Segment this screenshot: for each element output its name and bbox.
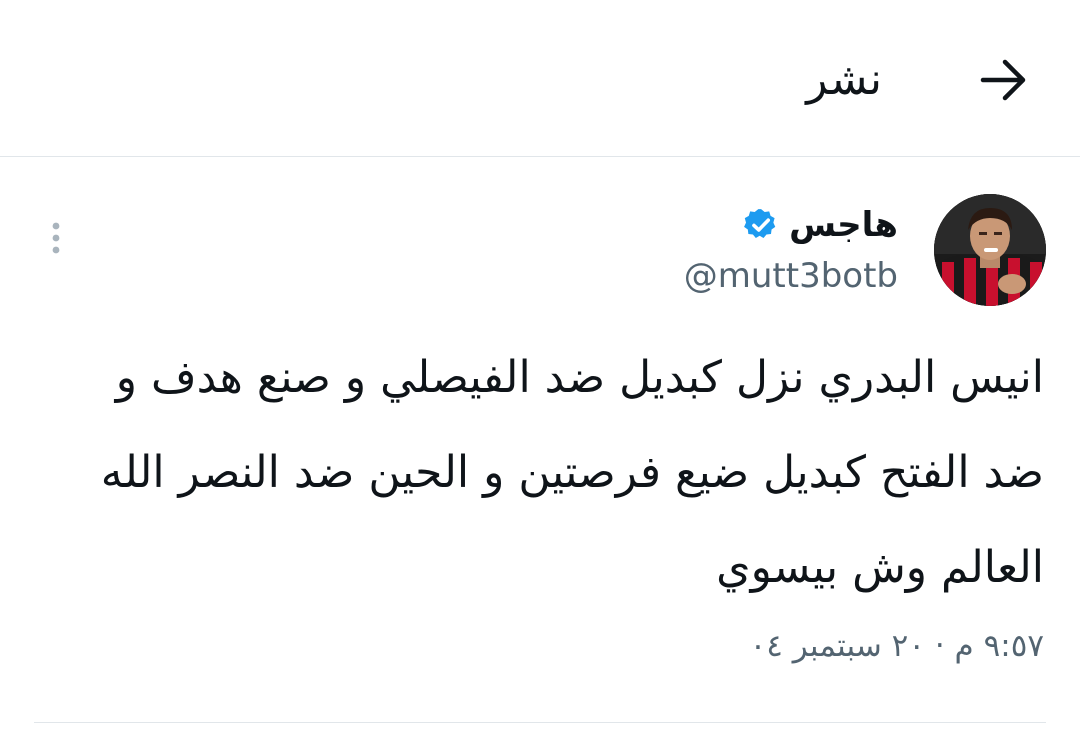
tweet-detail-page: نشر هاجس @mutt3botb انيس البدري نزل كبدي…: [0, 0, 1080, 732]
display-name[interactable]: هاجس: [789, 205, 898, 245]
tweet: هاجس @mutt3botb انيس البدري نزل كبديل ضد…: [0, 158, 1080, 732]
avatar[interactable]: [934, 194, 1046, 306]
page-title: نشر: [806, 54, 882, 105]
user-handle[interactable]: @mutt3botb: [684, 256, 898, 296]
top-bar: نشر: [0, 0, 1080, 157]
arrow-right-icon: [980, 59, 1026, 101]
verified-badge-icon: [744, 209, 776, 239]
avatar-image: [934, 194, 1046, 306]
name-row: هاجس: [684, 202, 898, 248]
tweet-text: انيس البدري نزل كبديل ضد الفيصلي و صنع ه…: [100, 352, 1044, 593]
back-button[interactable]: [974, 52, 1034, 108]
tweet-timestamp[interactable]: ٩:٥٧ م · ٢٠ سبتمبر ٠٤: [750, 628, 1044, 664]
author-info[interactable]: هاجس @mutt3botb: [684, 202, 898, 296]
more-options-icon[interactable]: [46, 220, 66, 256]
divider: [34, 722, 1046, 723]
